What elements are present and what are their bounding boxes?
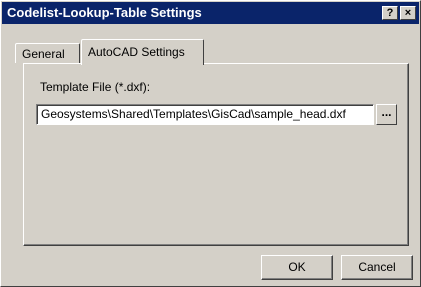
help-button[interactable]: ? [382,6,398,20]
template-file-label: Template File (*.dxf): [40,80,151,94]
tab-general[interactable]: General [15,43,80,63]
ok-button[interactable]: OK [261,255,333,280]
cancel-button[interactable]: Cancel [341,255,413,280]
autocad-settings-panel: Template File (*.dxf): Geosystems\Shared… [23,63,409,246]
dialog-title: Codelist-Lookup-Table Settings [7,5,202,20]
template-file-input[interactable]: Geosystems\Shared\Templates\GisCad\sampl… [36,104,374,125]
tab-autocad-settings[interactable]: AutoCAD Settings [81,39,204,65]
settings-dialog: Codelist-Lookup-Table Settings ? × Gener… [0,0,421,287]
close-button[interactable]: × [400,6,416,20]
browse-button[interactable]: ... [376,104,397,125]
title-bar[interactable]: Codelist-Lookup-Table Settings ? × [2,2,419,24]
